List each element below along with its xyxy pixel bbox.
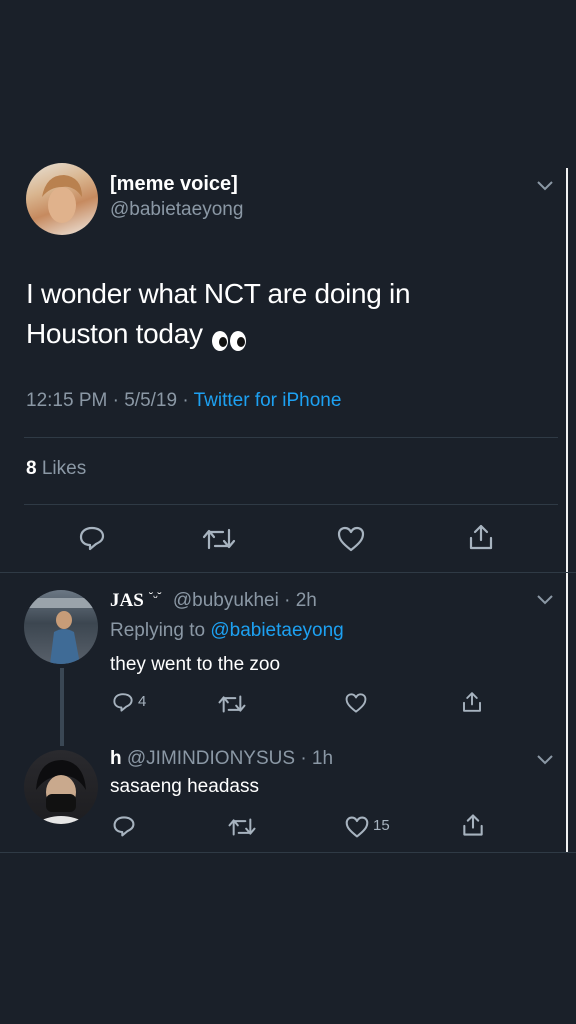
avatar-reply-1[interactable] [24, 590, 98, 664]
reply-icon[interactable] [112, 691, 134, 713]
likes-summary[interactable]: 8 Likes [26, 458, 86, 480]
heart-icon[interactable] [344, 692, 368, 714]
share-icon[interactable] [466, 522, 496, 552]
reply-2-display-name[interactable]: h [110, 748, 122, 769]
reply-1-handle[interactable]: @bubyukhei [173, 590, 279, 611]
reply-icon[interactable] [78, 524, 106, 552]
reply-1-reply-count: 4 [138, 693, 147, 710]
reply-2-text: sasaeng headass [110, 776, 259, 797]
reply-2-like-count: 15 [373, 817, 390, 834]
handle-main[interactable]: @babietaeyong [110, 199, 243, 221]
reply-1-replying: Replying to @babietaeyong [110, 620, 344, 642]
heart-icon[interactable] [344, 815, 370, 839]
reply-2-handle[interactable]: @JIMINDIONYSUS [127, 748, 295, 769]
chevron-down-icon[interactable] [536, 594, 554, 606]
avatar-reply-2[interactable] [24, 750, 98, 824]
reply-icon[interactable] [112, 814, 136, 838]
divider [0, 572, 576, 573]
likes-label: Likes [41, 458, 87, 479]
likes-count: 8 [26, 458, 37, 479]
thread-line [60, 668, 64, 746]
share-icon[interactable] [460, 812, 486, 838]
reply-1-display-name[interactable]: JAS [110, 590, 144, 611]
screen-edge-line [566, 168, 568, 853]
avatar-main[interactable] [26, 163, 98, 235]
tweet-text-line1: I wonder what NCT are doing in [26, 278, 411, 309]
divider [24, 437, 558, 438]
header-separator: · [300, 748, 312, 769]
header-separator: · [284, 590, 296, 611]
retweet-icon[interactable] [227, 816, 257, 838]
tweet-text: I wonder what NCT are doing in Houston t… [26, 274, 411, 354]
reply-1-time: 2h [295, 590, 317, 611]
reply-1-header: JAS ˘ᵕ˘ @bubyukhei · 2h [110, 590, 317, 612]
tweet-time: 12:15 PM [26, 390, 108, 411]
share-icon[interactable] [460, 690, 484, 714]
eyes-emoji [211, 323, 247, 351]
chevron-down-icon[interactable] [536, 754, 554, 766]
replying-to-handle[interactable]: @babietaeyong [210, 620, 343, 641]
retweet-icon[interactable] [201, 526, 237, 552]
tweet-meta: 12:15 PM · 5/5/19 · Twitter for iPhone [26, 390, 341, 412]
tweet-date: 5/5/19 [124, 390, 178, 411]
meta-separator: · [182, 390, 194, 411]
divider [0, 852, 576, 853]
retweet-icon[interactable] [217, 693, 247, 715]
reply-2-header: h @JIMINDIONYSUS · 1h [110, 748, 333, 770]
tweet-text-line2-row: Houston today [26, 314, 410, 354]
meta-separator: · [112, 390, 125, 411]
heart-icon[interactable] [336, 525, 366, 553]
reply-2-time: 1h [311, 748, 334, 769]
replying-label: Replying to [110, 620, 206, 641]
tweet-text-line2: Houston today [26, 318, 203, 349]
tweet-source[interactable]: Twitter for iPhone [194, 390, 342, 411]
reply-1-name-emoji: ˘ᵕ˘ [149, 590, 162, 604]
reply-1-text: they went to the zoo [110, 654, 281, 675]
display-name-main[interactable]: [meme voice] [110, 173, 238, 196]
chevron-down-icon[interactable] [536, 180, 554, 192]
divider [24, 504, 558, 505]
